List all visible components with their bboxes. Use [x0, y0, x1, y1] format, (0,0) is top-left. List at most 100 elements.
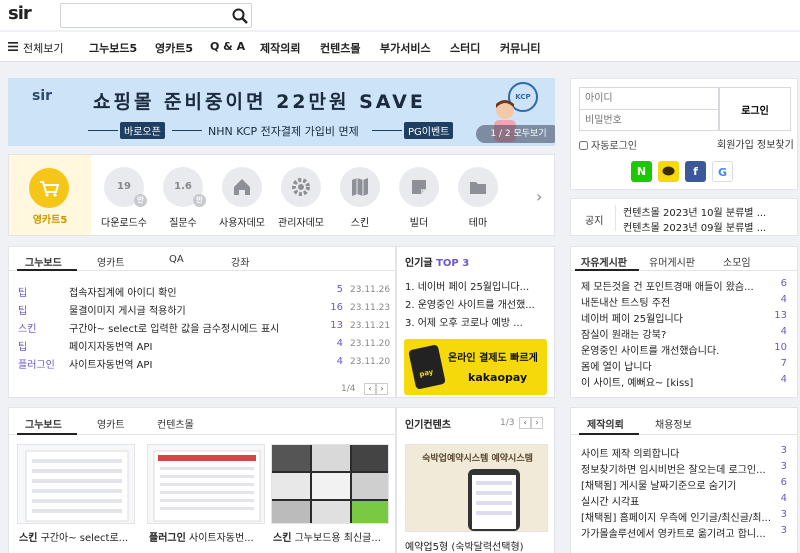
latest-board-panel: 그누보드 영카트 QA 강좌 팁 접속자집계에 아이디 확인 5 23.11.2… — [8, 246, 396, 398]
auto-login-check[interactable] — [579, 141, 588, 150]
login-button[interactable]: 로그인 — [719, 87, 791, 131]
download-count-icon[interactable]: 19 만 — [104, 167, 147, 207]
post-comment-count: 13 — [330, 320, 343, 331]
kakaopay-ad[interactable]: pay 온라인 결제도 빠르게 kakaopay — [404, 339, 547, 395]
login-id-input[interactable] — [579, 87, 719, 109]
post-comment-count: 4 — [780, 493, 787, 504]
login-password-input[interactable] — [579, 109, 719, 131]
post-title[interactable]: 몸에 열이 납니다 — [581, 358, 777, 371]
chevron-right-icon[interactable]: › — [531, 417, 543, 429]
gallery-thumbnail[interactable] — [271, 444, 389, 524]
note-icon[interactable] — [399, 167, 439, 207]
nav-item-community[interactable]: 커뮤니티 — [500, 40, 540, 56]
post-title[interactable]: [채택됨] 홈페이지 우측에 인기글/최신글/최... — [581, 509, 777, 522]
site-logo[interactable]: sir — [8, 3, 32, 24]
request-panel: 제작의뢰 채용정보 사이트 제작 의뢰합니다 3 정보찾기하면 임시비번은 잘오… — [570, 407, 798, 553]
google-login-icon[interactable]: G — [712, 161, 733, 182]
popular-item[interactable]: 1. 네이버 페이 25월입니다... — [405, 278, 551, 291]
notice-item[interactable]: 컨텐츠몰 2023년 10월 분류별 ... — [623, 204, 793, 217]
nav-item-contents-mall[interactable]: 컨텐츠몰 — [320, 40, 360, 56]
post-date: 23.11.20 — [350, 357, 391, 367]
chevron-left-icon[interactable]: ‹ — [364, 383, 376, 395]
post-title[interactable]: 접속자집계에 아이디 확인 — [69, 284, 329, 297]
kakaopay-card-icon: pay — [408, 344, 446, 390]
popular-title-text: 인기글 — [405, 258, 433, 269]
chevron-left-icon[interactable]: ‹ — [519, 417, 531, 429]
board-pager: 1/4 — [341, 384, 356, 394]
post-title[interactable]: 물결이미지 게시글 적용하기 — [69, 302, 329, 315]
tab-gnuboard[interactable]: 그누보드 — [25, 254, 62, 269]
post-title[interactable]: 내돈내산 트스팅 주전 — [581, 294, 777, 307]
menu-icon[interactable] — [8, 42, 18, 51]
search-input[interactable] — [65, 7, 225, 24]
gallery-caption[interactable]: 플러그인 사이트자동번... — [149, 529, 267, 544]
nav-all-menu[interactable]: 전체보기 — [23, 40, 63, 56]
tab-free-board[interactable]: 자유게시판 — [581, 254, 627, 269]
tab-jobs[interactable]: 채용정보 — [655, 416, 692, 431]
nav-item-youngcart[interactable]: 영카트5 — [155, 40, 193, 56]
popular-item[interactable]: 3. 어제 오후 코로나 예방 ... — [405, 314, 551, 327]
promo-banner[interactable]: sir 쇼핑몰 준비중이면 22만원 SAVE 바로오픈 NHN KCP 전자결… — [8, 78, 555, 146]
download-count-value: 19 — [117, 181, 131, 192]
tab-request[interactable]: 제작의뢰 — [587, 416, 624, 431]
nav-item-qa[interactable]: Q & A — [210, 40, 245, 53]
post-title[interactable]: 구간아~ select로 입력한 값을 금수정시에드 표시 — [69, 320, 329, 333]
content-thumbnail[interactable]: 숙박업예약시스템 예약시스템 — [405, 444, 548, 532]
post-title[interactable]: 가가몰솔루션에서 영카트로 옮기려고 합니... — [581, 525, 777, 538]
post-title[interactable]: 정보찾기하면 임시비번은 잘오는데 로그인... — [581, 461, 777, 474]
popular-item[interactable]: 2. 운영중인 사이트를 개선했... — [405, 296, 551, 309]
tab-qa[interactable]: QA — [169, 254, 184, 265]
tab-youngcart[interactable]: 영카트 — [97, 254, 125, 269]
nav-item-request[interactable]: 제작의뢰 — [260, 40, 300, 56]
tab-youngcart[interactable]: 영카트 — [97, 416, 125, 431]
gallery-caption[interactable]: 스킨 그누보드용 최신글... — [273, 529, 391, 544]
tab-gnuboard[interactable]: 그누보드 — [25, 416, 62, 431]
search-box — [60, 3, 252, 28]
search-icon[interactable] — [231, 7, 249, 25]
post-title[interactable]: 운영중인 사이트를 개선했습니다. — [581, 342, 777, 355]
gallery-thumbnail[interactable] — [147, 444, 265, 524]
tab-small-group[interactable]: 소모임 — [723, 254, 751, 269]
contents-pager: 1/3 — [500, 418, 515, 428]
post-title[interactable]: 사이트자동번역 API — [69, 356, 329, 369]
question-count-icon[interactable]: 1.6 만 — [163, 167, 206, 207]
gallery-caption[interactable]: 스킨 구간아~ select로... — [19, 529, 137, 544]
tab-humor-board[interactable]: 유머게시판 — [649, 254, 695, 269]
tab-contents-mall[interactable]: 컨텐츠몰 — [157, 416, 194, 431]
nav-item-study[interactable]: 스터디 — [450, 40, 480, 56]
gallery-title: 구간아~ select로... — [40, 533, 129, 544]
post-title[interactable]: [채택됨] 게시물 날짜기준으로 숨기기 — [581, 477, 777, 490]
post-title[interactable]: 잠실이 원래는 강북? — [581, 326, 777, 339]
nav-item-extra-services[interactable]: 부가서비스 — [380, 40, 431, 56]
gallery-thumbnail[interactable] — [17, 444, 135, 524]
nav-item-gnuboard[interactable]: 그누보드5 — [89, 40, 137, 56]
map-icon[interactable] — [340, 167, 380, 207]
banner-pager[interactable]: 1 / 2 모두보기 — [476, 125, 555, 143]
post-title[interactable]: 사이트 제작 의뢰합니다 — [581, 445, 777, 458]
folder-icon[interactable] — [458, 167, 498, 207]
banner-pill-open: 바로오픈 — [120, 122, 165, 139]
post-category: 스킨 — [18, 324, 37, 335]
facebook-login-icon[interactable]: f — [685, 161, 706, 182]
naver-login-icon[interactable]: N — [631, 161, 652, 182]
youngcart-shortcut[interactable]: 영카트5 — [9, 155, 91, 235]
post-comment-count: 6 — [780, 278, 787, 289]
auto-login-checkbox[interactable]: 자동로그인 — [579, 137, 637, 152]
chevron-right-icon[interactable]: › — [376, 383, 388, 395]
post-title[interactable]: 이 사이트, 예뻐요~ [kiss] — [581, 374, 777, 387]
notice-item[interactable]: 컨텐츠몰 2023년 09월 분류별 ... — [623, 219, 793, 232]
signup-link[interactable]: 회원가입 — [717, 136, 754, 151]
find-info-link[interactable]: 정보찾기 — [757, 136, 794, 151]
post-title[interactable]: 페이지자동번역 API — [69, 338, 329, 351]
gear-icon[interactable] — [281, 167, 321, 207]
chevron-right-icon[interactable]: › — [536, 187, 542, 206]
community-tabs: 자유게시판 유머게시판 소모임 — [571, 247, 797, 271]
tab-lecture[interactable]: 강좌 — [231, 254, 249, 269]
kakao-login-icon[interactable] — [658, 161, 679, 182]
post-title[interactable]: 제 모든것을 건 포인트경매 애들이 왔슴... — [581, 278, 777, 291]
content-caption[interactable]: 예약업5형 (숙박달력선택형) — [405, 538, 550, 553]
gallery-category: 스킨 — [19, 533, 38, 544]
post-title[interactable]: 네이버 페이 25월입니다 — [581, 310, 777, 323]
post-title[interactable]: 실시간 시각표 — [581, 493, 777, 506]
home-icon[interactable] — [222, 167, 262, 207]
